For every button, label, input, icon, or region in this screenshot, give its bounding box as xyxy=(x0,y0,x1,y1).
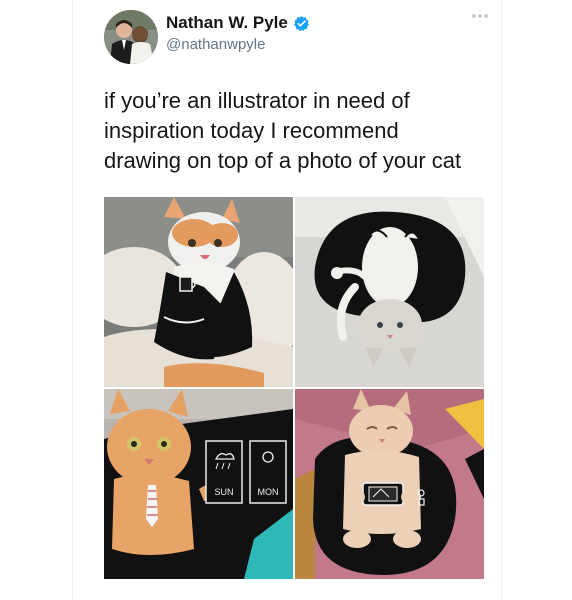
author-name-row: Nathan W. Pyle xyxy=(166,13,310,33)
verified-badge-icon xyxy=(293,15,309,31)
cat-with-phone-illustration xyxy=(295,389,484,579)
photo-bottom-left[interactable]: SUN MON xyxy=(104,389,293,579)
calendar-sun-label: SUN xyxy=(214,487,233,497)
more-dots-icon[interactable] xyxy=(470,10,490,22)
avatar[interactable] xyxy=(104,10,158,64)
upside-down-cat-illustration xyxy=(295,197,484,387)
author-name[interactable]: Nathan W. Pyle xyxy=(166,13,288,33)
tweet-text-line-3: drawing on top of a photo of your cat xyxy=(104,148,462,173)
avatar-photo xyxy=(104,10,158,64)
tweet-text-line-1: if you’re an illustrator in need of xyxy=(104,88,410,113)
cat-with-mug-illustration xyxy=(104,197,293,387)
author-handle[interactable]: @nathanwpyle xyxy=(166,36,265,53)
photo-top-left[interactable] xyxy=(104,197,293,387)
photo-grid: SUN MON xyxy=(104,197,484,579)
calendar-mon-label: MON xyxy=(258,487,279,497)
photo-top-right[interactable] xyxy=(295,197,484,387)
cat-with-tie-illustration: SUN MON xyxy=(104,389,293,579)
photo-bottom-right[interactable] xyxy=(295,389,484,579)
tweet-text-line-2: inspiration today I recommend xyxy=(104,118,399,143)
tweet-text: if you’re an illustrator in need of insp… xyxy=(104,86,494,176)
